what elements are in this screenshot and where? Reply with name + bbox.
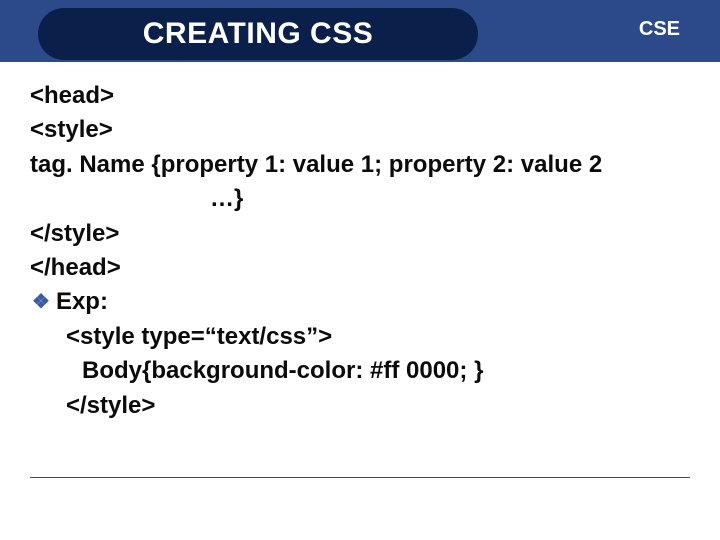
code-line-style-open: <style> xyxy=(30,114,690,146)
example-line-style-close: </style> xyxy=(30,390,690,422)
slide-title: CREATING CSS xyxy=(143,17,373,51)
code-line-rule: tag. Name {property 1: value 1; property… xyxy=(30,149,690,181)
footer-divider xyxy=(30,477,690,478)
example-line-body-rule: Body{background-color: #ff 0000; } xyxy=(30,355,690,387)
diamond-bullet-icon: ❖ xyxy=(32,286,50,318)
title-pill: CREATING CSS xyxy=(38,8,478,60)
example-bullet-row: ❖ Exp: xyxy=(30,286,690,318)
code-line-style-close: </style> xyxy=(30,218,690,250)
code-line-head-close: </head> xyxy=(30,252,690,284)
slide-body: <head> <style> tag. Name {property 1: va… xyxy=(0,62,720,422)
code-line-head-open: <head> xyxy=(30,80,690,112)
example-label: Exp: xyxy=(56,286,108,318)
example-line-style-open: <style type=“text/css”> xyxy=(30,321,690,353)
course-badge: CSE xyxy=(639,18,680,41)
header-bar: CREATING CSS CSE xyxy=(0,0,720,62)
code-line-rule-cont: …} xyxy=(30,183,690,215)
